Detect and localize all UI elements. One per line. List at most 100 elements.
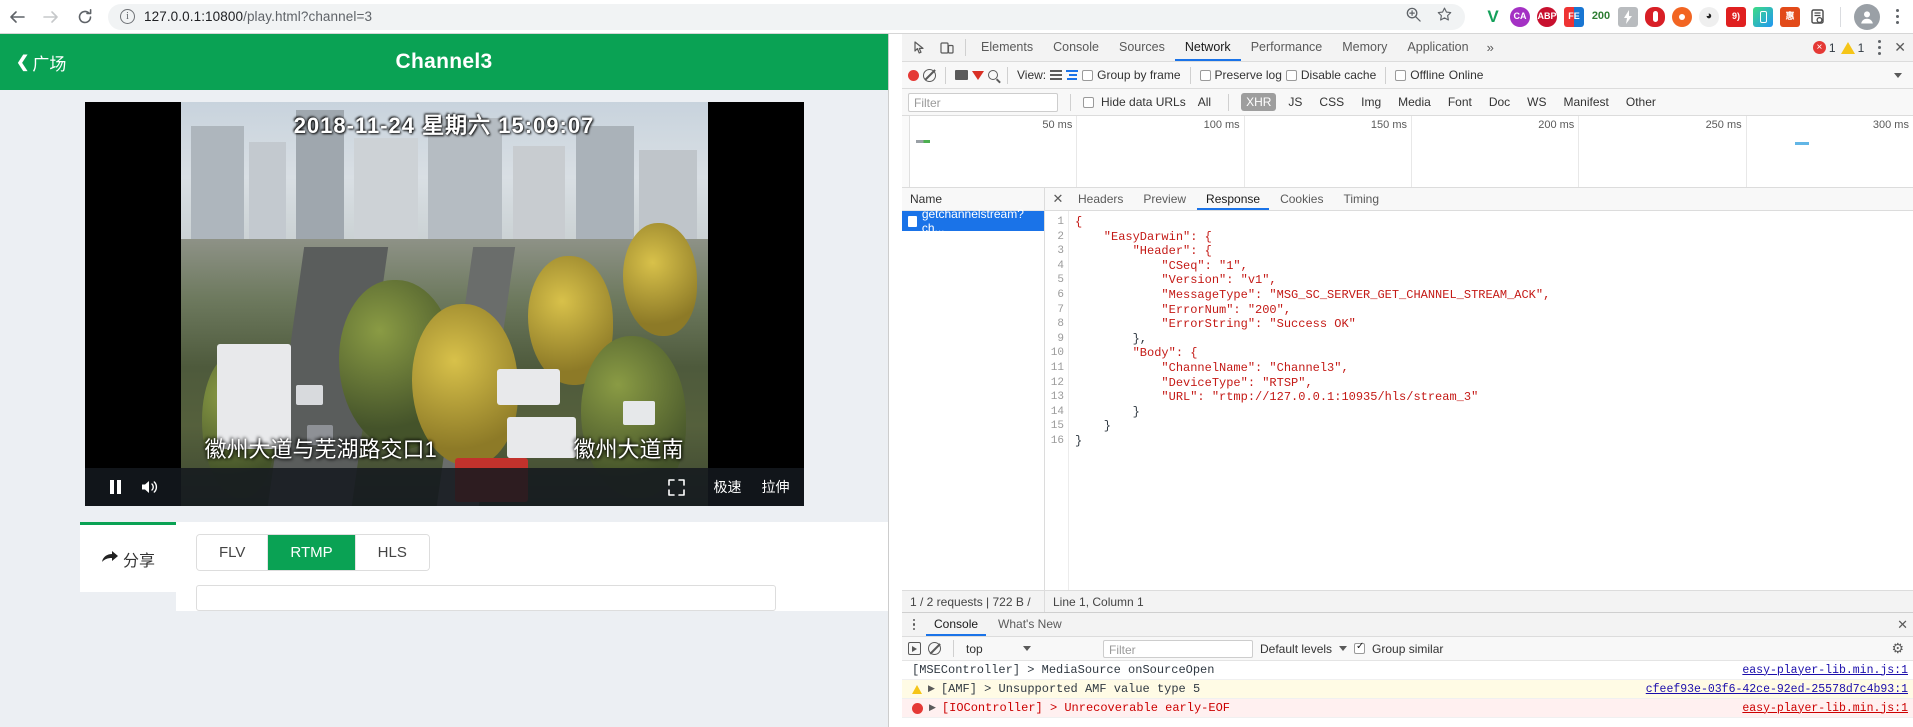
- tab-memory[interactable]: Memory: [1332, 34, 1397, 61]
- tab-timing[interactable]: Timing: [1334, 188, 1388, 210]
- throttle-chevron-down-icon[interactable]: [1894, 72, 1902, 78]
- capture-extension-icon[interactable]: [1807, 7, 1827, 27]
- search-icon[interactable]: [988, 70, 998, 80]
- levels-chevron-down-icon[interactable]: [1339, 646, 1348, 651]
- red-badge-extension-icon[interactable]: 9): [1726, 6, 1746, 27]
- orange-circle-extension-icon[interactable]: [1672, 6, 1692, 27]
- console-message-source[interactable]: easy-player-lib.min.js:1: [1742, 702, 1908, 715]
- console-filter-input[interactable]: Filter: [1103, 639, 1253, 658]
- table-row[interactable]: getchannelstream?ch...: [902, 207, 1044, 235]
- devtools-menu-icon[interactable]: [1869, 40, 1889, 55]
- video-player[interactable]: 2018-11-24 星期六 15:09:07 徽州大道与芜湖路交口1 徽州大道…: [84, 102, 804, 506]
- record-icon[interactable]: [908, 69, 919, 81]
- preserve-log-checkbox[interactable]: [1199, 69, 1211, 81]
- offline-checkbox[interactable]: [1395, 69, 1407, 81]
- console-menu-icon[interactable]: [906, 618, 922, 631]
- network-timeline[interactable]: 50 ms 100 ms 150 ms 200 ms 250 ms 300 ms: [902, 116, 1913, 188]
- filter-type-manifest[interactable]: Manifest: [1559, 93, 1614, 111]
- adblock-plus-extension-icon[interactable]: ABP: [1537, 6, 1557, 27]
- cat-extension-icon[interactable]: ◕: [1699, 6, 1719, 27]
- tab-console-drawer[interactable]: Console: [926, 613, 986, 636]
- filter-type-doc[interactable]: Doc: [1484, 93, 1515, 111]
- clear-icon[interactable]: [923, 68, 936, 82]
- funnel-icon[interactable]: [972, 70, 984, 80]
- expand-arrow-icon[interactable]: ▶: [928, 684, 935, 694]
- zoom-icon[interactable]: [1405, 6, 1422, 28]
- close-detail-icon[interactable]: ✕: [1049, 191, 1067, 207]
- hide-data-urls-checkbox[interactable]: [1083, 96, 1094, 108]
- tab-hls[interactable]: HLS: [355, 535, 429, 570]
- speed-button[interactable]: 极速: [714, 477, 742, 497]
- address-bar[interactable]: i 127.0.0.1:10800/play.html?channel=3: [108, 3, 1465, 30]
- filter-type-js[interactable]: JS: [1283, 93, 1307, 111]
- tab-elements[interactable]: Elements: [971, 34, 1043, 61]
- filter-type-other[interactable]: Other: [1621, 93, 1661, 111]
- console-message-source[interactable]: cfeef93e-03f6-42ce-92ed-25578d7c4b93:1: [1646, 683, 1908, 696]
- site-info-icon[interactable]: i: [120, 9, 135, 24]
- tab-cookies[interactable]: Cookies: [1271, 188, 1332, 210]
- tab-response[interactable]: Response: [1197, 188, 1269, 210]
- bookmark-star-icon[interactable]: [1436, 6, 1453, 28]
- share-button[interactable]: 分享: [80, 522, 176, 592]
- lightning-extension-icon[interactable]: [1618, 6, 1638, 27]
- filter-type-ws[interactable]: WS: [1522, 93, 1551, 111]
- group-similar-checkbox[interactable]: [1354, 641, 1366, 654]
- tab-whats-new[interactable]: What's New: [990, 613, 1070, 636]
- tab-performance[interactable]: Performance: [1241, 34, 1333, 61]
- disable-cache-checkbox[interactable]: [1285, 69, 1297, 81]
- console-message-source[interactable]: easy-player-lib.min.js:1: [1742, 664, 1908, 677]
- error-count-badge[interactable]: × 1: [1812, 41, 1836, 55]
- filter-type-img[interactable]: Img: [1356, 93, 1386, 111]
- console-clear-icon[interactable]: [928, 642, 941, 655]
- waterfall-view-icon[interactable]: [1066, 70, 1079, 80]
- fullscreen-icon[interactable]: [660, 478, 694, 496]
- tab-headers[interactable]: Headers: [1069, 188, 1132, 210]
- tab-rtmp[interactable]: RTMP: [268, 535, 356, 570]
- filter-type-css[interactable]: CSS: [1314, 93, 1349, 111]
- tab-flv[interactable]: FLV: [197, 535, 269, 570]
- red-shield-extension-icon[interactable]: [1645, 6, 1665, 27]
- filter-type-font[interactable]: Font: [1443, 93, 1477, 111]
- tab-network[interactable]: Network: [1175, 34, 1241, 61]
- fe-helper-extension-icon[interactable]: FE: [1564, 6, 1584, 27]
- blue-phone-extension-icon[interactable]: [1753, 6, 1773, 27]
- filter-type-all[interactable]: All: [1193, 93, 1216, 111]
- gear-icon[interactable]: ⚙: [1891, 640, 1908, 657]
- device-toolbar-icon[interactable]: [933, 35, 960, 61]
- forward-icon[interactable]: [34, 0, 68, 34]
- stream-url-input[interactable]: [196, 585, 776, 611]
- devtools-close-icon[interactable]: ✕: [1894, 39, 1908, 56]
- more-tabs-icon[interactable]: »: [1479, 40, 1502, 55]
- list-view-icon[interactable]: [1050, 70, 1063, 80]
- list-item[interactable]: ▶ [AMF] > Unsupported AMF value type 5 c…: [902, 680, 1913, 699]
- ca-extension-icon[interactable]: CA: [1510, 6, 1530, 27]
- back-icon[interactable]: [0, 0, 34, 34]
- vue-devtools-extension-icon[interactable]: V: [1483, 7, 1503, 27]
- list-item[interactable]: [MSEController] > MediaSource onSourceOp…: [902, 661, 1913, 680]
- avatar[interactable]: [1854, 3, 1880, 30]
- tab-console[interactable]: Console: [1043, 34, 1109, 61]
- context-selector[interactable]: top: [966, 642, 1096, 656]
- browser-menu-icon[interactable]: [1887, 9, 1907, 24]
- response-body-view[interactable]: 1 2 3 4 5 6 7 8 9 10 11 12 13 14 15 16 { "EasyDarwin": …: [1045, 211, 1913, 590]
- list-item[interactable]: ▶ [IOController] > Unrecoverable early-E…: [902, 699, 1913, 718]
- orange-square-extension-icon[interactable]: 惠: [1780, 6, 1800, 27]
- online-throttle-label[interactable]: Online: [1449, 68, 1484, 82]
- counter-extension-icon[interactable]: 200: [1591, 7, 1611, 27]
- expand-arrow-icon[interactable]: ▶: [929, 703, 936, 713]
- inspect-cursor-icon[interactable]: [906, 35, 933, 61]
- network-filter-input[interactable]: Filter: [908, 92, 1058, 112]
- stretch-button[interactable]: 拉伸: [762, 477, 790, 497]
- reload-icon[interactable]: [68, 0, 102, 34]
- warning-count-badge[interactable]: 1: [1840, 41, 1864, 55]
- filter-type-xhr[interactable]: XHR: [1241, 93, 1277, 111]
- group-by-frame-checkbox[interactable]: [1082, 69, 1094, 81]
- camera-icon[interactable]: [955, 70, 968, 80]
- tab-sources[interactable]: Sources: [1109, 34, 1175, 61]
- execute-context-icon[interactable]: [908, 642, 921, 655]
- console-close-icon[interactable]: ✕: [1897, 617, 1908, 633]
- pause-icon[interactable]: [99, 479, 133, 495]
- tab-application[interactable]: Application: [1397, 34, 1478, 61]
- filter-type-media[interactable]: Media: [1393, 93, 1436, 111]
- back-to-plaza-link[interactable]: ❮ 广场: [16, 50, 66, 75]
